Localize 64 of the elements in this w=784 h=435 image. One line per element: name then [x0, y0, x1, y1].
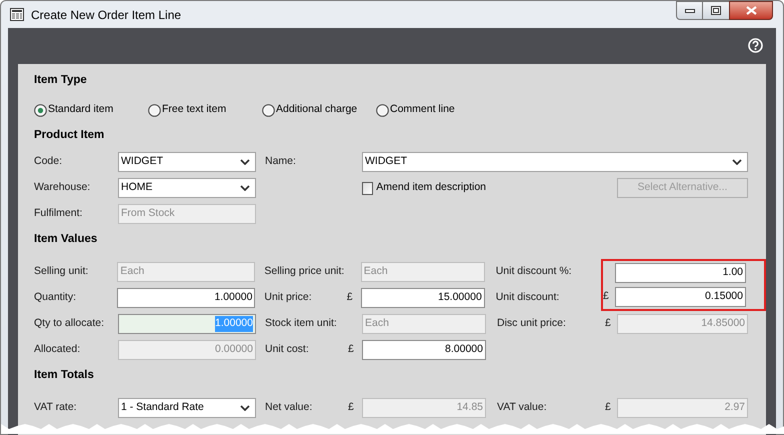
field-label: Qty to allocate: [34, 316, 104, 332]
field-label: Unit price: [264, 290, 312, 306]
window-icon [10, 8, 24, 21]
caret-icon [732, 159, 742, 165]
minimize-icon [684, 8, 694, 12]
input-field[interactable]: 8.00000 [362, 340, 486, 360]
field-label: Selling unit: [34, 264, 88, 280]
readonly-field: 0.00000 [118, 340, 256, 360]
window-title: Create New Order Item Line [31, 6, 182, 24]
field-label: Fulfilment: [34, 206, 82, 222]
dropdown[interactable]: WIDGET [362, 152, 748, 172]
dropdown[interactable]: WIDGET [118, 152, 256, 172]
field-label: Name: [265, 154, 296, 170]
readonly-field: Each [362, 314, 486, 334]
input-field[interactable]: 15.00000 [360, 288, 485, 308]
field-label: VAT value: [497, 400, 547, 416]
field-label: Unit discount: [496, 290, 560, 306]
currency-symbol: £ [348, 342, 354, 358]
currency-symbol: £ [603, 289, 609, 304]
dropdown[interactable]: HOME [118, 178, 256, 198]
readonly-field: 2.97 [617, 398, 748, 418]
field-label: Allocated: [34, 342, 80, 358]
currency-symbol: £ [605, 316, 611, 332]
currency-symbol: £ [348, 400, 354, 416]
close-button[interactable] [729, 1, 773, 20]
section-heading: Item Values [34, 232, 98, 248]
field-label: Code: [34, 154, 62, 170]
caret-icon [240, 185, 250, 191]
readonly-field: From Stock [118, 204, 256, 224]
field-label: Unit cost: [265, 342, 309, 358]
caret-icon [240, 159, 250, 165]
readonly-field: Each [117, 262, 256, 282]
section-heading: Item Type [34, 73, 88, 88]
field-label: Selling price unit: [264, 264, 344, 280]
currency-symbol: £ [346, 290, 353, 306]
minimize-button[interactable] [676, 1, 703, 20]
maximize-icon [711, 6, 721, 15]
checkbox[interactable] [362, 182, 374, 194]
readonly-field: Each [360, 262, 485, 282]
close-icon [746, 6, 756, 15]
section-heading: Product Item [34, 128, 106, 144]
section-heading: Item Totals [34, 368, 95, 384]
radio-option[interactable]: Comment line [376, 102, 490, 118]
readonly-field: 14.85000 [617, 314, 748, 334]
caret-icon [240, 405, 250, 411]
field-label: Net value: [265, 400, 312, 416]
readonly-field: 14.85 [362, 398, 486, 418]
input-field[interactable]: 0.15000 [615, 287, 746, 307]
radio-option[interactable]: Additional charge [262, 102, 376, 118]
field-label: Stock item unit: [265, 316, 337, 332]
checkbox-label: Amend item description [376, 180, 486, 196]
field-label: Unit discount %: [496, 264, 572, 280]
radio-option[interactable]: Free text item [148, 102, 262, 118]
field-label: Warehouse: [34, 180, 90, 196]
input-field[interactable]: 1.00000 [117, 288, 256, 308]
dropdown[interactable]: 1 - Standard Rate [118, 398, 256, 418]
input-field[interactable]: 1.00 [615, 263, 746, 283]
field-label: VAT rate: [34, 400, 77, 416]
help-icon[interactable] [748, 38, 763, 53]
maximize-button[interactable] [703, 1, 729, 20]
field-label: Quantity: [34, 290, 76, 306]
radio-option[interactable]: Standard item [34, 102, 148, 118]
currency-symbol: £ [605, 400, 611, 416]
field-label: Disc unit price: [497, 316, 566, 332]
